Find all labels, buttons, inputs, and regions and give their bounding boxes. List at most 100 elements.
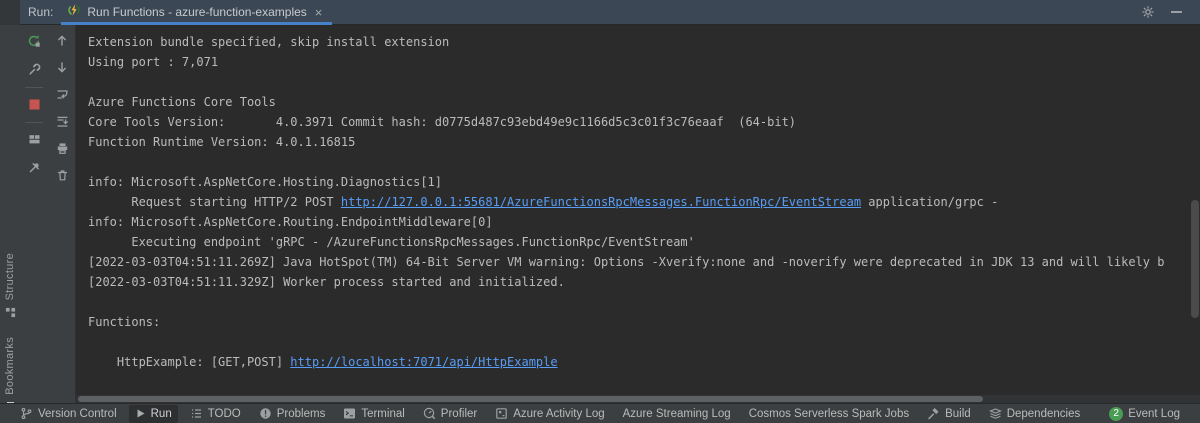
statusbar-item-profiler[interactable]: Profiler	[417, 405, 483, 423]
todo-list-icon	[190, 407, 203, 420]
hammer-icon	[927, 407, 940, 420]
statusbar-item-label: TODO	[208, 408, 241, 420]
toolbar-separator	[25, 122, 43, 123]
console-text: Using port : 7,071	[88, 55, 218, 69]
console-line: Function Runtime Version: 4.0.1.16815	[88, 132, 1200, 152]
console-line: Core Tools Version: 4.0.3971 Commit hash…	[88, 112, 1200, 132]
console-toolbar	[48, 25, 76, 403]
console-text: info: Microsoft.AspNetCore.Hosting.Diagn…	[88, 175, 442, 189]
down-arrow-icon	[56, 61, 68, 74]
azure-functions-icon	[67, 3, 81, 22]
vertical-scrollbar[interactable]	[1191, 200, 1199, 318]
statusbar-item-cosmos-serverless-spark-jobs[interactable]: Cosmos Serverless Spark Jobs	[743, 405, 915, 423]
rerun-button[interactable]	[20, 29, 48, 53]
statusbar-item-label: Run	[151, 408, 172, 420]
console-line: Using port : 7,071	[88, 52, 1200, 72]
layers-icon	[989, 407, 1002, 420]
sidebar-tab-structure[interactable]: Structure	[0, 253, 20, 323]
close-tab-icon[interactable]: ×	[313, 6, 325, 19]
console-line: Executing endpoint 'gRPC - /AzureFunctio…	[88, 232, 1200, 252]
hide-tool-window-icon[interactable]	[1171, 11, 1182, 13]
up-arrow-button[interactable]	[48, 28, 76, 52]
terminal-icon	[343, 407, 356, 420]
console-line: [2022-03-03T04:51:11.269Z] Java HotSpot(…	[88, 252, 1200, 272]
stop-button[interactable]	[20, 92, 48, 116]
statusbar-item-label: Azure Activity Log	[513, 408, 604, 420]
statusbar-item-label: Terminal	[361, 408, 404, 420]
rerun-icon	[27, 34, 41, 48]
console-line: HttpExample: [GET,POST] http://localhost…	[88, 352, 1200, 372]
statusbar-item-label: Problems	[277, 408, 326, 420]
run-tool-window-label: Run:	[28, 5, 53, 19]
console-text: Functions:	[88, 315, 160, 329]
settings-wrench-button[interactable]	[20, 57, 48, 81]
statusbar-item-problems[interactable]: Problems	[253, 405, 332, 423]
pin-button[interactable]	[20, 155, 48, 179]
console-text: info: Microsoft.AspNetCore.Routing.Endpo…	[88, 215, 493, 229]
run-console[interactable]: Extension bundle specified, skip install…	[76, 25, 1200, 403]
console-line: [2022-03-03T04:51:11.329Z] Worker proces…	[88, 272, 1200, 292]
structure-tab-label: Structure	[4, 253, 16, 300]
statusbar-item-event-log[interactable]: 2 Event Log	[1103, 405, 1186, 423]
console-text: Function Runtime Version: 4.0.1.16815	[88, 135, 355, 149]
bookmarks-tab-label: Bookmarks	[4, 337, 16, 395]
console-line	[88, 332, 1200, 352]
statusbar-item-run[interactable]: Run	[129, 405, 178, 423]
settings-gear-icon[interactable]	[1141, 5, 1155, 19]
horizontal-scrollbar-track	[76, 395, 1200, 403]
statusbar-item-azure-streaming-log[interactable]: Azure Streaming Log	[617, 405, 737, 423]
restore-layout-icon	[28, 133, 41, 146]
soft-wrap-button[interactable]	[48, 82, 76, 106]
left-tool-window-stripe: Structure Bookmarks	[0, 25, 20, 403]
statusbar-item-todo[interactable]: TODO	[184, 405, 247, 423]
pin-icon	[28, 161, 41, 174]
statusbar-item-label: Event Log	[1128, 408, 1180, 420]
git-branch-icon	[20, 407, 33, 420]
console-link[interactable]: http://127.0.0.1:55681/AzureFunctionsRpc…	[341, 195, 861, 209]
restore-layout-button[interactable]	[20, 127, 48, 151]
statusbar-item-terminal[interactable]: Terminal	[337, 405, 410, 423]
print-icon	[56, 142, 69, 155]
console-line: info: Microsoft.AspNetCore.Routing.Endpo…	[88, 212, 1200, 232]
statusbar-item-label: Build	[945, 408, 971, 420]
soft-wrap-icon	[56, 88, 69, 101]
console-line	[88, 152, 1200, 172]
statusbar-item-label: Azure Streaming Log	[623, 408, 731, 420]
console-text: Core Tools Version: 4.0.3971 Commit hash…	[88, 115, 796, 129]
console-text: [2022-03-03T04:51:11.269Z] Java HotSpot(…	[88, 255, 1164, 269]
console-text: application/grpc -	[861, 195, 1006, 209]
clear-all-button[interactable]	[48, 163, 76, 187]
problems-icon	[259, 407, 272, 420]
print-button[interactable]	[48, 136, 76, 160]
profiler-icon	[423, 407, 436, 420]
console-line: Request starting HTTP/2 POST http://127.…	[88, 192, 1200, 212]
console-line: Azure Functions Core Tools	[88, 92, 1200, 112]
play-icon	[135, 408, 146, 419]
console-link[interactable]: http://localhost:7071/api/HttpExample	[290, 355, 557, 369]
settings-wrench-icon	[28, 63, 41, 76]
clear-all-icon	[56, 169, 69, 182]
console-text: [2022-03-03T04:51:11.329Z] Worker proces…	[88, 275, 565, 289]
down-arrow-button[interactable]	[48, 55, 76, 79]
statusbar-item-azure-activity-log[interactable]: Azure Activity Log	[489, 405, 610, 423]
console-output: Extension bundle specified, skip install…	[76, 25, 1200, 403]
scroll-to-end-icon	[56, 115, 69, 128]
statusbar-item-label: Dependencies	[1007, 408, 1081, 420]
statusbar-item-dependencies[interactable]: Dependencies	[983, 405, 1087, 423]
event-log-count-badge: 2	[1109, 407, 1123, 421]
console-line: Functions:	[88, 312, 1200, 332]
run-tab[interactable]: Run Functions - azure-function-examples …	[61, 0, 332, 25]
statusbar-item-build[interactable]: Build	[921, 405, 977, 423]
header-corner	[0, 0, 20, 25]
toolbar-separator	[25, 87, 43, 88]
tool-window-header: Run: Run Functions - azure-function-exam…	[0, 0, 1200, 25]
statusbar-item-version-control[interactable]: Version Control	[14, 405, 123, 423]
run-toolbar	[20, 25, 48, 403]
statusbar-item-label: Profiler	[441, 408, 477, 420]
statusbar-item-label: Version Control	[38, 408, 117, 420]
horizontal-scrollbar[interactable]	[78, 396, 983, 402]
console-text: Executing endpoint 'gRPC - /AzureFunctio…	[88, 235, 695, 249]
console-text: Request starting HTTP/2 POST	[88, 195, 341, 209]
console-text: Extension bundle specified, skip install…	[88, 35, 449, 49]
scroll-to-end-button[interactable]	[48, 109, 76, 133]
